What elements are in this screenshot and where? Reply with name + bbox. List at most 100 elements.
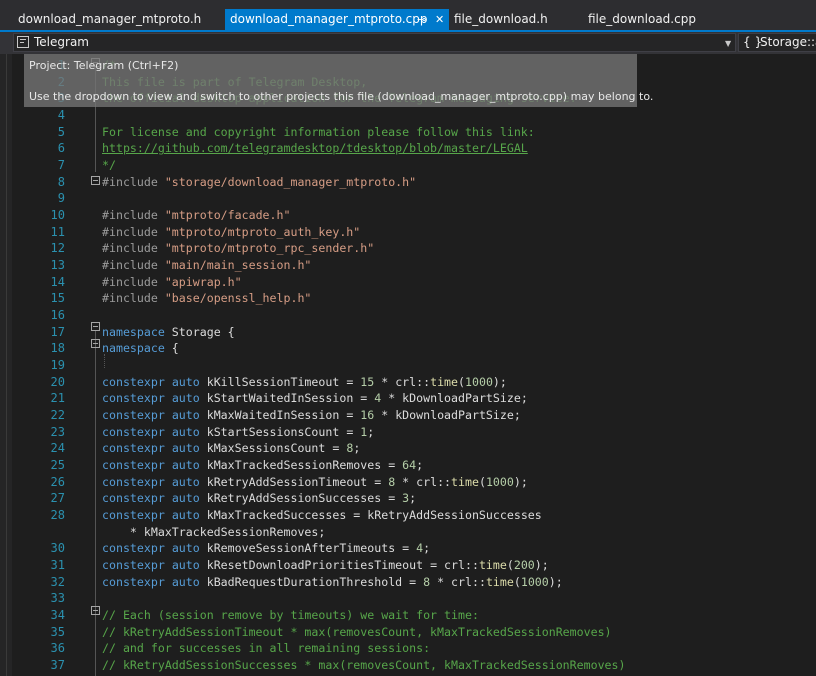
code-text: constexpr auto kResetDownloadPrioritiesT…	[102, 558, 549, 573]
line-number: 9	[57, 191, 65, 206]
tab-label: file_download.h	[454, 12, 548, 26]
line-number: 6	[57, 141, 65, 156]
code-line[interactable]: 24 constexpr auto kMaxSessionsCount = 8;	[0, 440, 816, 457]
code-text: https://github.com/telegramdesktop/tdesk…	[102, 141, 528, 156]
code-line[interactable]: 28 constexpr auto kMaxTrackedSuccesses = …	[0, 507, 816, 524]
line-number: 28	[50, 508, 65, 523]
code-text: #include "main/main_session.h"	[102, 258, 312, 273]
code-text: constexpr auto kRemoveSessionAfterTimeou…	[102, 541, 431, 556]
code-line[interactable]: 33	[0, 590, 816, 607]
code-line[interactable]: 20 constexpr auto kKillSessionTimeout = 1…	[0, 374, 816, 391]
code-line[interactable]: 26 constexpr auto kRetryAddSessionTimeout…	[0, 474, 816, 491]
line-number: 24	[50, 441, 65, 456]
code-line[interactable]: 5 For license and copyright information p…	[0, 124, 816, 141]
code-text: constexpr auto kRetryAddSessionTimeout =…	[102, 474, 528, 489]
code-line[interactable]: 13 #include "main/main_session.h"	[0, 257, 816, 274]
code-line[interactable]: 12 #include "mtproto/mtproto_rpc_sender.h…	[0, 240, 816, 257]
code-line[interactable]: 9	[0, 190, 816, 207]
tab-file-download-h[interactable]: file_download.h	[454, 9, 574, 30]
code-line[interactable]: 18 namespace {	[0, 340, 816, 357]
line-number: 34	[50, 608, 65, 623]
line-number: 5	[57, 124, 65, 139]
scope-name: Storage::an	[760, 35, 816, 49]
code-line[interactable]: 17 namespace Storage {	[0, 324, 816, 341]
line-number: 11	[50, 224, 65, 239]
code-line[interactable]: 36 // and for successes in all remaining …	[0, 640, 816, 657]
code-line[interactable]: 14 #include "apiwrap.h"	[0, 274, 816, 291]
code-line[interactable]: 37 // kRetryAddSessionSuccesses * max(rem…	[0, 657, 816, 674]
line-number: 37	[50, 658, 65, 673]
scope-dropdown[interactable]: { } Storage::an	[738, 33, 816, 52]
navigation-bar: Telegram ▼ { } Storage::an	[0, 32, 816, 54]
line-number: 36	[50, 641, 65, 656]
code-text: For license and copyright information pl…	[102, 124, 535, 139]
code-line[interactable]: 4	[0, 107, 816, 124]
line-number: 26	[50, 474, 65, 489]
code-line[interactable]: 21 constexpr auto kStartWaitedInSession =…	[0, 390, 816, 407]
code-text: // Each (session remove by timeouts) we …	[102, 608, 479, 623]
code-line[interactable]: 15 #include "base/openssl_help.h"	[0, 290, 816, 307]
line-number: 22	[50, 408, 65, 423]
code-line[interactable]: 11 #include "mtproto/mtproto_auth_key.h"	[0, 224, 816, 241]
line-number: 31	[50, 558, 65, 573]
line-number: 10	[50, 208, 65, 223]
code-line[interactable]: 23 constexpr auto kStartSessionsCount = 1…	[0, 424, 816, 441]
project-dropdown[interactable]: Telegram ▼	[13, 33, 736, 52]
code-line[interactable]: * kMaxTrackedSessionRemoves;	[0, 524, 816, 541]
tab-download-manager-mtproto-h[interactable]: download_manager_mtproto.h	[12, 9, 226, 30]
code-line[interactable]: 27 constexpr auto kRetryAddSessionSuccess…	[0, 490, 816, 507]
close-tab-icon[interactable]: ✕	[435, 9, 444, 30]
code-editor[interactable]: 1/*2This file is part of Telegram Deskto…	[0, 54, 816, 676]
fold-toggle-icon[interactable]	[91, 339, 100, 348]
fold-toggle-icon[interactable]	[91, 606, 100, 615]
code-text: #include "mtproto/mtproto_rpc_sender.h"	[102, 241, 375, 256]
code-line[interactable]: 22 constexpr auto kMaxWaitedInSession = 1…	[0, 407, 816, 424]
code-text: constexpr auto kMaxWaitedInSession = 16 …	[102, 408, 521, 423]
code-text: * kMaxTrackedSessionRemoves;	[102, 524, 326, 539]
line-number: 33	[50, 591, 65, 606]
code-line[interactable]: 31 constexpr auto kResetDownloadPrioritie…	[0, 557, 816, 574]
fold-toggle-icon[interactable]	[91, 176, 100, 185]
code-text: constexpr auto kKillSessionTimeout = 15 …	[102, 374, 507, 389]
project-tooltip: Project: Telegram (Ctrl+F2) Use the drop…	[24, 54, 653, 107]
code-line[interactable]: 30 constexpr auto kRemoveSessionAfterTime…	[0, 540, 816, 557]
code-line[interactable]: 10 #include "mtproto/facade.h"	[0, 207, 816, 224]
code-line[interactable]: 35 // kRetryAddSessionTimeout * max(remov…	[0, 624, 816, 641]
tab-label: download_manager_mtproto.cpp	[230, 12, 428, 26]
indent-guide	[104, 354, 105, 368]
line-number: 21	[50, 391, 65, 406]
code-text: // and for successes in all remaining se…	[102, 641, 431, 656]
project-name: Telegram	[34, 35, 89, 49]
tab-file-download-cpp[interactable]: file_download.cpp	[588, 9, 708, 30]
code-line[interactable]: 16	[0, 307, 816, 324]
code-text: #include "apiwrap.h"	[102, 274, 242, 289]
line-number: 13	[50, 258, 65, 273]
code-line[interactable]: 19	[0, 357, 816, 374]
document-tab-bar: download_manager_mtproto.h download_mana…	[0, 0, 816, 30]
line-number: 32	[50, 574, 65, 589]
code-text: // kRetryAddSessionTimeout * max(removes…	[102, 624, 612, 639]
code-text: #include "storage/download_manager_mtpro…	[102, 174, 417, 189]
code-line[interactable]: 25 constexpr auto kMaxTrackedSessionRemov…	[0, 457, 816, 474]
line-number: 23	[50, 424, 65, 439]
code-line[interactable]: 8 #include "storage/download_manager_mtpr…	[0, 174, 816, 191]
line-number: 4	[57, 108, 65, 122]
code-text: constexpr auto kMaxTrackedSessionRemoves…	[102, 458, 424, 473]
tab-download-manager-mtproto-cpp[interactable]: download_manager_mtproto.cpp ⊸ ✕	[225, 9, 449, 30]
line-number: 12	[50, 241, 65, 256]
line-number: 35	[50, 624, 65, 639]
code-text: constexpr auto kRetryAddSessionSuccesses…	[102, 491, 417, 506]
line-number: 16	[50, 308, 65, 323]
code-text: #include "mtproto/mtproto_auth_key.h"	[102, 224, 361, 239]
code-text: constexpr auto kStartSessionsCount = 1;	[102, 424, 375, 439]
code-line[interactable]: 6 https://github.com/telegramdesktop/tdes…	[0, 140, 816, 157]
code-line[interactable]: 32 constexpr auto kBadRequestDurationThre…	[0, 574, 816, 591]
pin-tab-icon[interactable]: ⊸	[417, 9, 426, 30]
code-line[interactable]: 7 */	[0, 157, 816, 174]
code-text: constexpr auto kBadRequestDurationThresh…	[102, 574, 563, 589]
code-text: namespace {	[102, 341, 179, 356]
code-line[interactable]: 34 // Each (session remove by timeouts) w…	[0, 607, 816, 624]
fold-toggle-icon[interactable]	[91, 322, 100, 331]
code-text: */	[102, 158, 116, 173]
line-number: 30	[50, 541, 65, 556]
